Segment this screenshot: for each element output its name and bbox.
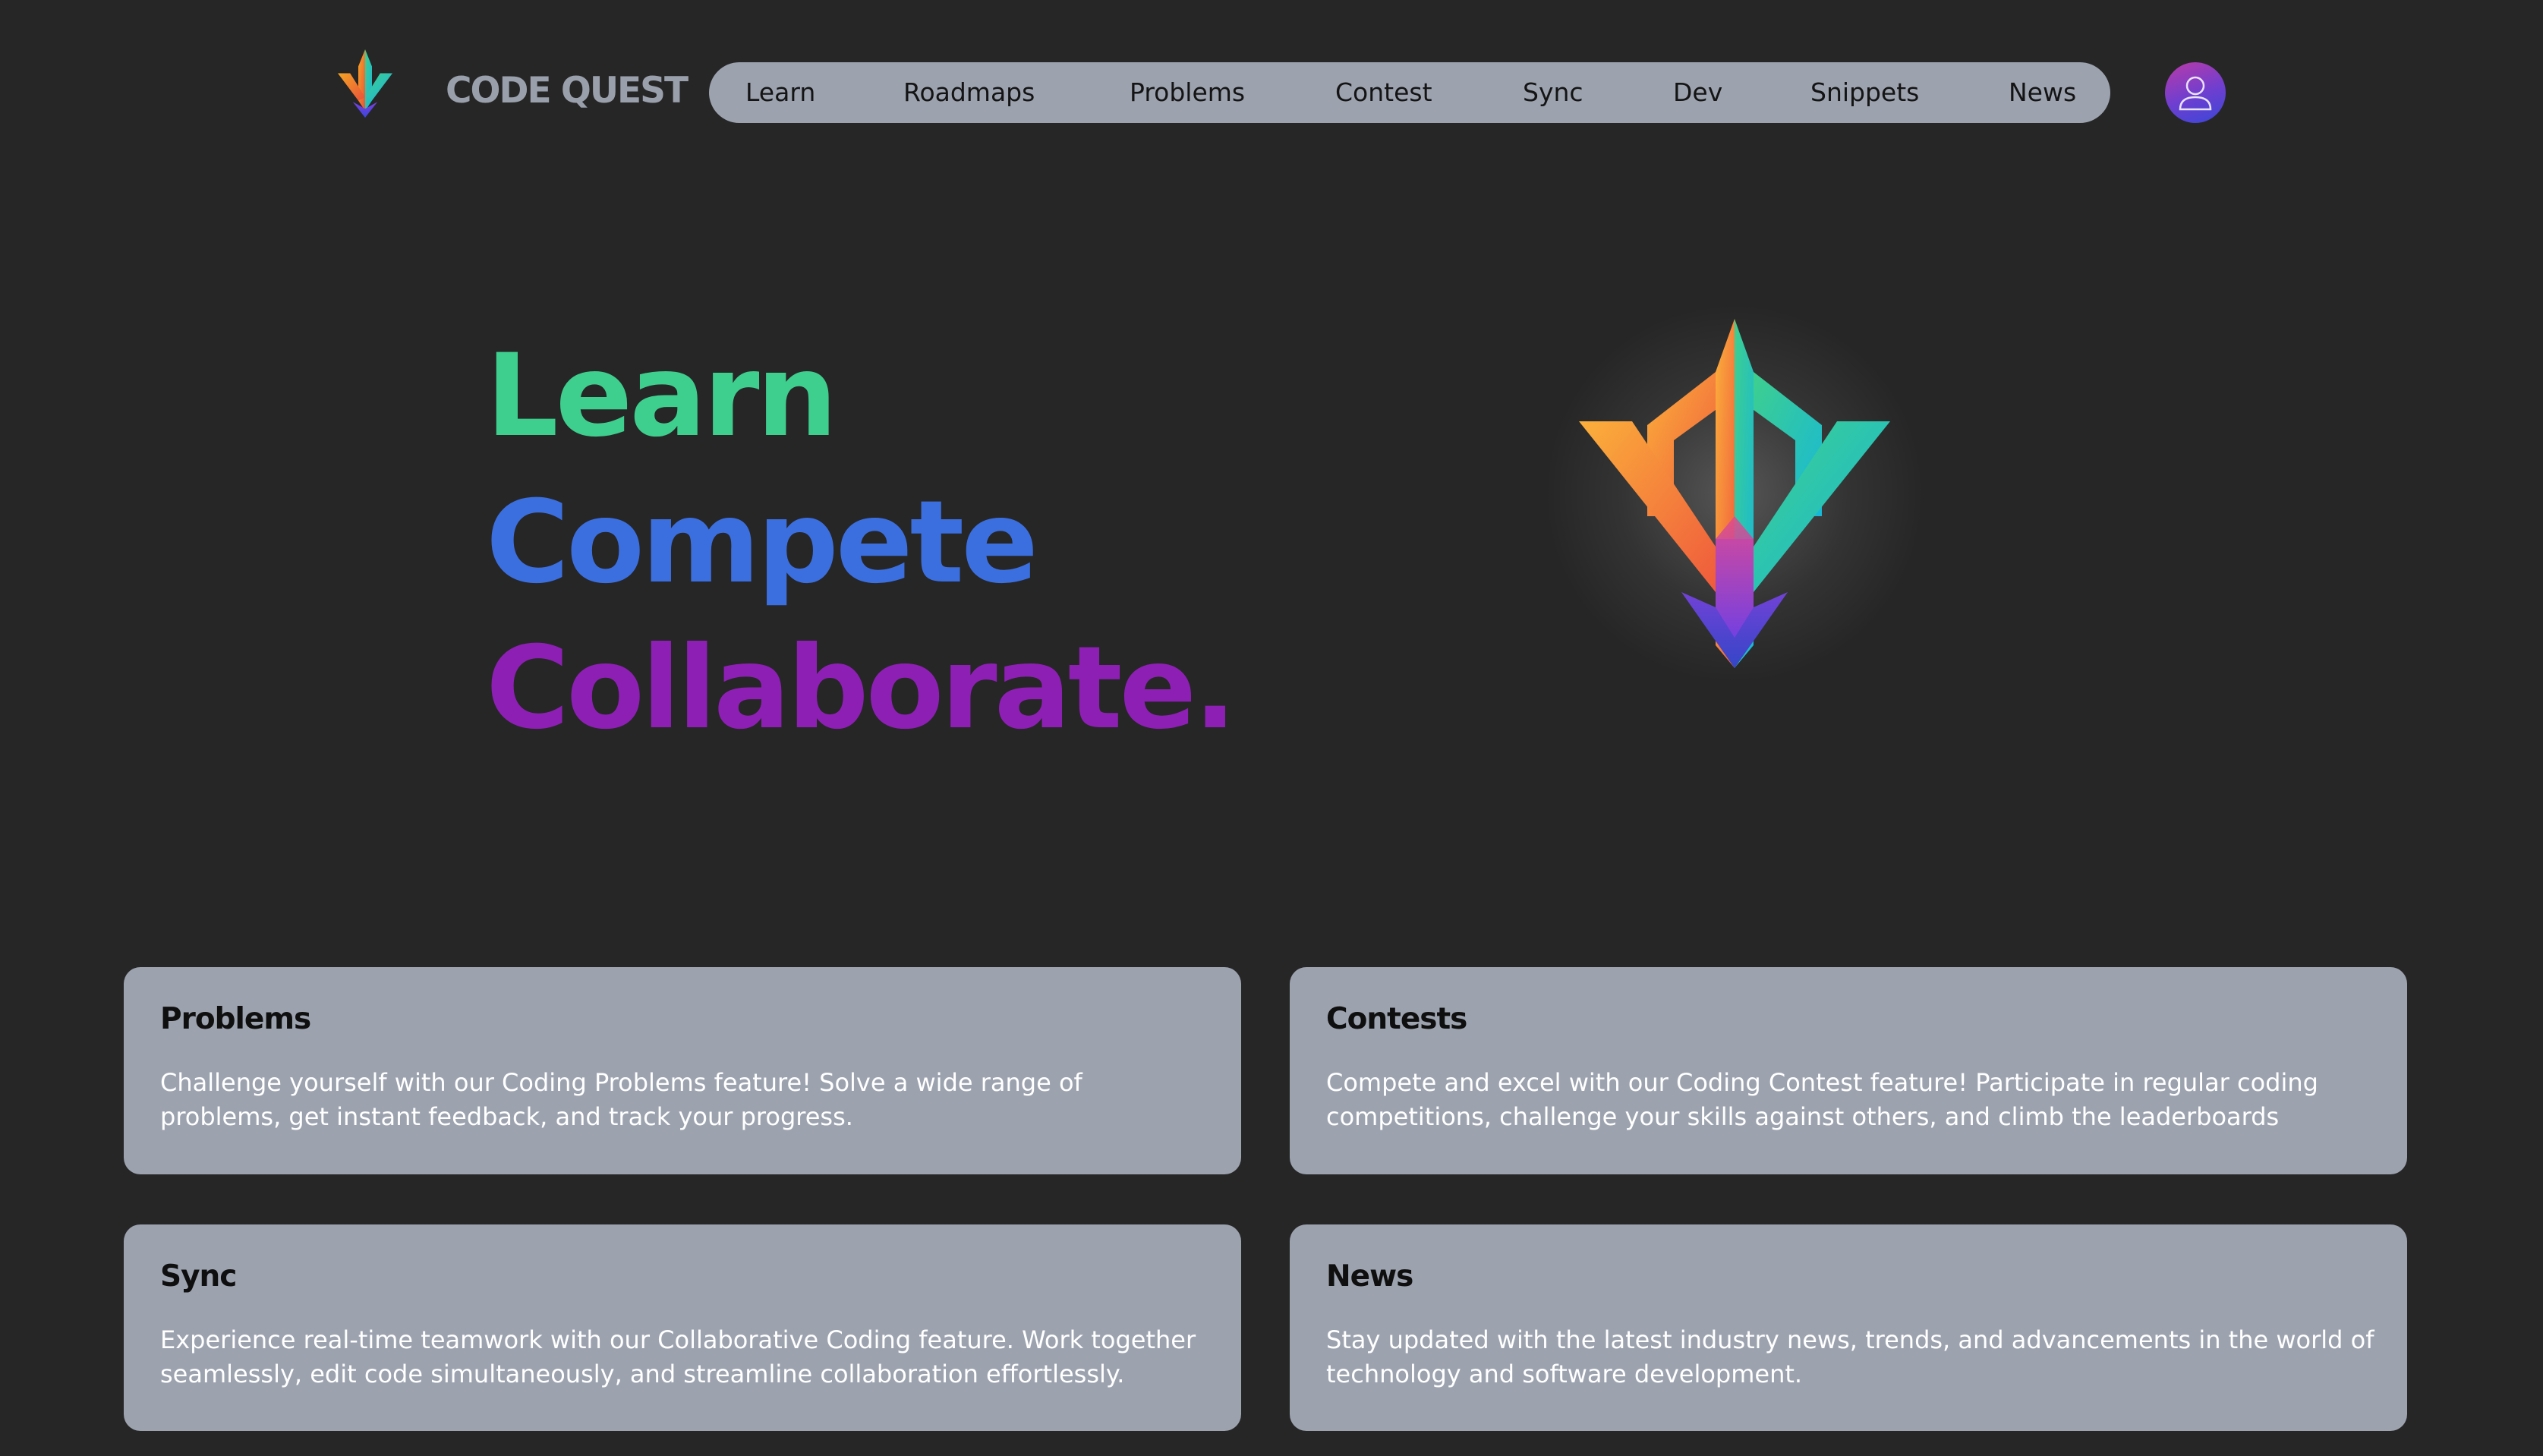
nav-item-roadmaps[interactable]: Roadmaps	[903, 62, 1035, 123]
nav-item-sync[interactable]: Sync	[1523, 62, 1583, 123]
card-title: Sync	[160, 1259, 237, 1294]
card-title: News	[1326, 1259, 1413, 1294]
hero-collaborate-text: Collaborate.	[486, 622, 1237, 755]
card-title: Contests	[1326, 1002, 1467, 1036]
card-description: Compete and excel with our Coding Contes…	[1326, 1068, 2318, 1131]
user-silhouette-icon	[2179, 76, 2212, 111]
hero-logo-icon	[1545, 304, 1924, 683]
card-description: Experience real-time teamwork with our C…	[160, 1325, 1196, 1388]
nav-item-problems[interactable]: Problems	[1130, 62, 1245, 123]
feature-card-problems[interactable]: Problems Challenge yourself with our Cod…	[124, 967, 1241, 1174]
user-avatar-icon[interactable]	[2165, 62, 2226, 123]
main-nav: Learn Roadmaps Problems Contest Sync Dev…	[709, 62, 2110, 123]
card-title: Problems	[160, 1002, 311, 1036]
card-description: Challenge yourself with our Coding Probl…	[160, 1068, 1082, 1131]
nav-item-learn[interactable]: Learn	[745, 62, 815, 123]
feature-card-contests[interactable]: Contests Compete and excel with our Codi…	[1290, 967, 2407, 1174]
nav-item-contest[interactable]: Contest	[1335, 62, 1432, 123]
hero-learn-text: Learn	[486, 330, 837, 462]
feature-card-news[interactable]: News Stay updated with the latest indust…	[1290, 1224, 2407, 1431]
feature-card-sync[interactable]: Sync Experience real-time teamwork with …	[124, 1224, 1241, 1431]
nav-item-snippets[interactable]: Snippets	[1810, 62, 1919, 123]
hero-compete-text: Compete	[486, 477, 1038, 609]
nav-item-dev[interactable]: Dev	[1673, 62, 1722, 123]
nav-item-news[interactable]: News	[2009, 62, 2076, 123]
card-description: Stay updated with the latest industry ne…	[1326, 1325, 2374, 1388]
code-quest-logo-icon[interactable]	[331, 46, 399, 121]
home-page: CODE QUEST Learn Roadmaps Problems Conte…	[0, 0, 2543, 1456]
brand-name[interactable]: CODE QUEST	[446, 70, 689, 112]
